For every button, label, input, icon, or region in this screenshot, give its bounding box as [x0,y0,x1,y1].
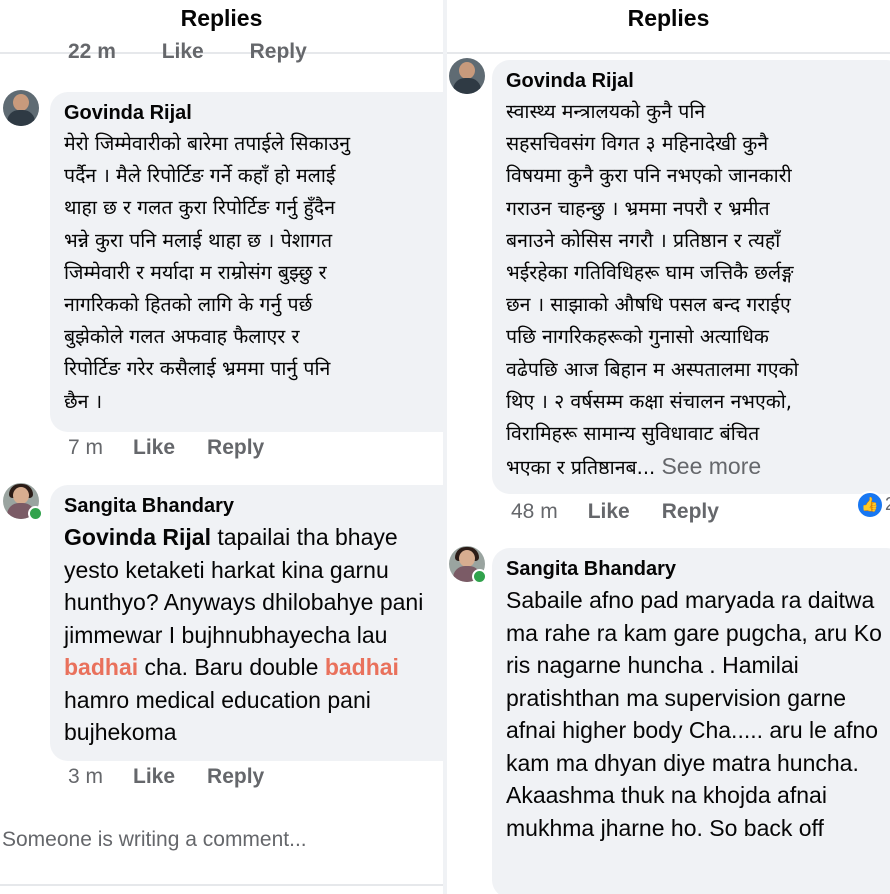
comment-text: Sabaile afno pad maryada ra daitwa ma ra… [506,587,882,841]
like-reaction-icon[interactable]: 👍 [856,491,884,519]
comment-author[interactable]: Govinda Rijal [506,68,890,94]
right-replies-panel: Replies Govinda Rijal स्वास्थ्य मन्त्राल… [447,0,890,894]
avatar[interactable] [449,58,485,94]
page-title: Replies [627,5,710,31]
like-button[interactable]: Like [133,436,175,460]
comment-time: 7 m [68,436,104,459]
comment-text: Govinda Rijal tapailai tha bhaye yesto k… [64,521,443,749]
comment-text-segment: hamro medical education pani bujhekoma [64,686,371,746]
comment-author[interactable]: Govinda Rijal [64,100,443,126]
comment-time: 22 m [68,40,116,63]
reply-button[interactable]: Reply [250,40,307,63]
comment-bubble: Govinda Rijal स्वास्थ्य मन्त्रालयको कुनै… [492,60,890,494]
reply-button[interactable]: Reply [207,765,264,789]
comment-time: 3 m [68,765,104,788]
like-button[interactable]: Like [162,40,204,63]
comment-text: स्वास्थ्य मन्त्रालयको कुनै पनि सहसचिवसंग… [506,96,890,484]
comment-text: मेरो जिम्मेवारीको बारेमा तपाईले सिकाउनु … [64,132,351,413]
typing-indicator: Someone is writing a comment... [2,828,307,851]
avatar[interactable] [3,90,39,126]
highlighted-word: badhai [324,654,399,680]
comment-meta: 48 m Like Reply [511,500,719,524]
see-more-link[interactable]: See more [661,453,761,479]
previous-comment-meta: 22 m Like Reply [68,40,347,64]
reaction-count[interactable]: 2 [885,494,890,515]
comment-meta: 3 m Like Reply [68,765,264,789]
comment-author[interactable]: Sangita Bhandary [506,556,890,582]
online-status-icon [472,569,487,584]
left-replies-panel: Replies 22 m Like Reply Govinda Rijal मे… [0,0,443,894]
online-status-icon [28,506,43,521]
composer-divider [0,884,443,886]
comment-meta: 7 m Like Reply [68,436,264,460]
comment-text-segment: cha. Baru double [138,654,325,680]
comment-time: 48 m [511,500,558,523]
comment-bubble: Govinda Rijal मेरो जिम्मेवारीको बारेमा त… [50,92,443,432]
highlighted-word: badhai [64,654,139,680]
comment-bubble: Sangita Bhandary Govinda Rijal tapailai … [50,485,443,761]
like-button[interactable]: Like [133,765,175,789]
header-divider [447,52,890,54]
comment-text-segment: स्वास्थ्य मन्त्रालयको कुनै पनि सहसचिवसंग… [506,100,799,480]
comment-author[interactable]: Sangita Bhandary [64,493,443,519]
reply-button[interactable]: Reply [207,436,264,460]
mention-link[interactable]: Govinda Rijal [64,524,211,550]
like-button[interactable]: Like [588,500,630,524]
comment-bubble: Sangita Bhandary Sabaile afno pad maryad… [492,548,890,894]
reply-button[interactable]: Reply [662,500,719,524]
